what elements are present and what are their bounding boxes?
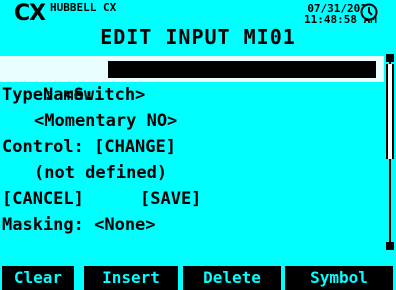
- clock-icon: [360, 3, 378, 21]
- delete-button[interactable]: Delete: [183, 266, 281, 290]
- name-value-field[interactable]: [108, 61, 376, 78]
- cancel-button[interactable]: [CANCEL]: [2, 186, 84, 212]
- masking-row[interactable]: Masking: <None>: [2, 212, 156, 238]
- logo: CX: [14, 1, 46, 26]
- scrollbar[interactable]: [386, 54, 394, 250]
- control-status: (not defined): [34, 163, 168, 183]
- type-row[interactable]: Type: <Switch>: [2, 82, 145, 108]
- brand-label: HUBBELL CX: [50, 1, 117, 14]
- softkey-bar: Clear Insert Delete Symbol: [0, 266, 396, 290]
- clear-button[interactable]: Clear: [2, 266, 74, 290]
- control-row[interactable]: Control: [CHANGE]: [2, 134, 176, 160]
- symbol-button[interactable]: Symbol: [285, 266, 393, 290]
- name-row[interactable]: Name:: [0, 56, 384, 105]
- header: CX HUBBELL CX 07/31/2014 11:48:58 AM EDI…: [0, 0, 396, 49]
- save-button[interactable]: [SAVE]: [140, 186, 201, 212]
- form-list: Name: Type: <Switch> <Momentary NO> Cont…: [0, 54, 396, 250]
- insert-button[interactable]: Insert: [84, 266, 178, 290]
- scroll-up-icon[interactable]: [386, 54, 394, 62]
- scroll-down-icon[interactable]: [386, 242, 394, 250]
- page-title: EDIT INPUT MI01: [100, 25, 296, 49]
- type-subtype-row[interactable]: <Momentary NO>: [34, 108, 177, 134]
- scroll-thumb[interactable]: [386, 64, 394, 159]
